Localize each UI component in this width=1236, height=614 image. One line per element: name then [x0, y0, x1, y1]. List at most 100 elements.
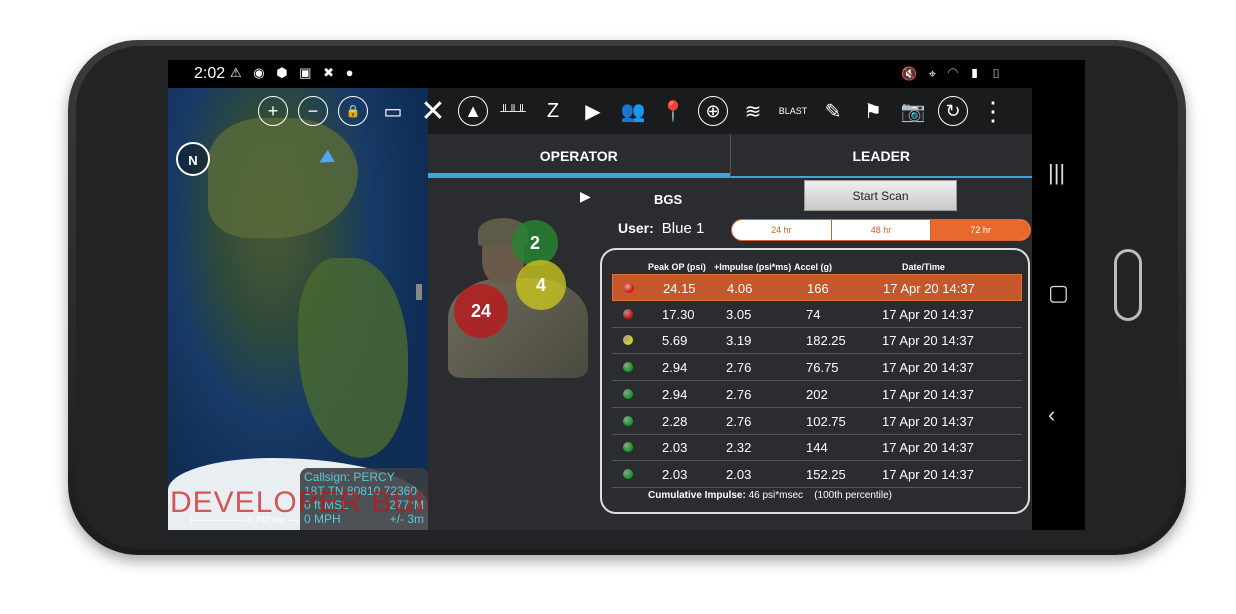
screen: 2:02 ⚠ ◉ ⬢ ▣ ✖ ● 🔇 ⌖ ◠ ▮ ▯ N ◀ ├────────…: [168, 60, 1085, 530]
impulse: 2.76: [726, 386, 752, 402]
date-time: 17 Apr 20 14:37: [882, 386, 974, 402]
blast-table: Peak OP (psi) +Impulse (psi*ms) Accel (g…: [600, 248, 1030, 514]
add-marker-icon[interactable]: 📍: [658, 96, 688, 126]
peak-op: 2.03: [662, 466, 688, 482]
col-header: +Impulse (psi*ms): [714, 262, 792, 272]
status-led-icon: [624, 283, 634, 293]
impulse: 2.32: [726, 440, 752, 456]
developer-build-watermark: DEVELOPER BUILD: [170, 486, 428, 519]
route-icon[interactable]: ⚑: [858, 96, 888, 126]
sensor-head[interactable]: 2: [512, 220, 558, 266]
date-time: 17 Apr 20 14:37: [882, 466, 974, 482]
edit-icon[interactable]: ✎: [818, 96, 848, 126]
home-button[interactable]: [1114, 249, 1142, 321]
table-row[interactable]: 2.03 2.03 152.25 17 Apr 20 14:37: [612, 461, 1022, 488]
accel: 152.25: [806, 466, 846, 482]
status-bar: 2:02 ⚠ ◉ ⬢ ▣ ✖ ● 🔇 ⌖ ◠ ▮ ▯: [168, 60, 1085, 88]
accel: 182.25: [806, 333, 846, 349]
android-nav-bar: ||| ▢ ‹: [1032, 88, 1085, 530]
impulse: 3.19: [726, 333, 752, 349]
sensor-chest[interactable]: 24: [454, 284, 508, 338]
status-led-icon: [623, 335, 633, 346]
camera-icon[interactable]: 📷: [898, 96, 928, 126]
col-header: Peak OP (psi): [648, 262, 706, 272]
table-row[interactable]: 2.94 2.76 202 17 Apr 20 14:37: [612, 381, 1022, 408]
peak-op: 24.15: [663, 281, 696, 296]
sync-icon[interactable]: ↻: [938, 96, 968, 126]
status-led-icon: [623, 415, 633, 426]
tab-operator[interactable]: OPERATOR: [428, 134, 730, 178]
table-row[interactable]: 2.28 2.76 102.75 17 Apr 20 14:37: [612, 408, 1022, 435]
notification-icons: ⚠ ◉ ⬢ ▣ ✖ ●: [230, 65, 358, 80]
range-72hr[interactable]: 72 hr: [930, 220, 1030, 240]
col-header: Date/Time: [902, 262, 945, 272]
status-led-icon: [623, 362, 633, 373]
impulse: 2.76: [726, 360, 752, 376]
date-time: 17 Apr 20 14:37: [882, 440, 974, 456]
accel: 166: [807, 281, 829, 296]
cumulative-impulse: Cumulative Impulse: 46 psi*msec (100th p…: [648, 490, 893, 501]
app-logo-icon[interactable]: ▲: [458, 96, 488, 126]
date-time: 17 Apr 20 14:37: [883, 281, 975, 296]
contacts-icon[interactable]: 👥: [618, 96, 648, 126]
callsign: Callsign: PERCY: [304, 470, 395, 484]
ruler-icon[interactable]: ╨╨╨: [498, 96, 528, 126]
table-row[interactable]: 24.15 4.06 166 17 Apr 20 14:37: [612, 274, 1022, 301]
date-time: 17 Apr 20 14:37: [882, 413, 974, 429]
layers-icon[interactable]: ≋: [738, 96, 768, 126]
impulse: 2.76: [726, 413, 752, 429]
peak-op: 17.30: [662, 306, 695, 322]
nav-marker-icon[interactable]: Z: [538, 96, 568, 126]
zoom-in-icon[interactable]: +: [258, 96, 288, 126]
soldier-figure: 2 4 24: [434, 218, 589, 378]
accel: 74: [806, 306, 821, 322]
peak-op: 2.94: [662, 360, 688, 376]
user-info: User: Blue 1: [618, 220, 705, 237]
col-header: Accel (g): [794, 262, 833, 272]
status-led-icon: [623, 388, 633, 399]
video-icon[interactable]: ▶: [578, 96, 608, 126]
clock: 2:02: [194, 65, 226, 82]
peak-op: 2.03: [662, 440, 688, 456]
table-row[interactable]: 17.30 3.05 74 17 Apr 20 14:37: [612, 301, 1022, 328]
impulse: 4.06: [727, 281, 753, 296]
blast-gauge-icon[interactable]: BLAST: [778, 96, 808, 126]
bgs-title: BGS: [654, 192, 683, 207]
close-icon[interactable]: ✕: [418, 95, 448, 128]
status-led-icon: [623, 442, 633, 453]
impulse: 3.05: [726, 306, 752, 322]
back-icon[interactable]: ‹: [1048, 402, 1055, 428]
lock-location-icon[interactable]: 🔒: [338, 96, 368, 126]
status-led-icon: [623, 468, 633, 479]
table-row[interactable]: 5.69 3.19 182.25 17 Apr 20 14:37: [612, 327, 1022, 355]
system-icons: 🔇 ⌖ ◠ ▮ ▯: [900, 66, 1005, 81]
tab-leader[interactable]: LEADER: [729, 134, 1032, 178]
toolbar: + − 🔒 ▭ ✕ ▲ ╨╨╨ Z ▶ 👥 📍 ⊕ ≋ BLAST ✎ ⚑ 📷 …: [254, 88, 1085, 134]
add-overlay-icon[interactable]: ⊕: [698, 96, 728, 126]
sensor-shoulder[interactable]: 4: [516, 260, 566, 310]
peak-op: 2.28: [662, 413, 688, 429]
date-time: 17 Apr 20 14:37: [882, 333, 974, 349]
map-view[interactable]: N ◀ ├──────── 6,747 km ────┤ Callsign: P…: [168, 88, 428, 530]
range-24hr[interactable]: 24 hr: [732, 220, 831, 240]
start-scan-button[interactable]: Start Scan: [804, 180, 957, 211]
more-icon[interactable]: ⋮: [978, 96, 1008, 126]
peak-op: 5.69: [662, 333, 688, 349]
table-row[interactable]: 2.94 2.76 76.75 17 Apr 20 14:37: [612, 354, 1022, 382]
home-icon[interactable]: ▢: [1048, 280, 1069, 306]
accel: 102.75: [806, 413, 846, 429]
range-48hr[interactable]: 48 hr: [830, 220, 931, 240]
zoom-out-icon[interactable]: −: [298, 96, 328, 126]
peak-op: 2.94: [662, 386, 688, 402]
time-range-selector: 24 hr 48 hr 72 hr: [731, 219, 1031, 241]
recent-apps-icon[interactable]: |||: [1048, 160, 1065, 186]
compass-icon[interactable]: N: [176, 142, 210, 176]
panel-drag-handle[interactable]: [416, 284, 422, 300]
table-row[interactable]: 2.03 2.32 144 17 Apr 20 14:37: [612, 434, 1022, 462]
expand-arrow-icon[interactable]: ▶: [580, 188, 591, 205]
date-time: 17 Apr 20 14:37: [882, 360, 974, 376]
date-time: 17 Apr 20 14:37: [882, 306, 974, 322]
impulse: 2.03: [726, 466, 752, 482]
accel: 76.75: [806, 360, 839, 376]
screen-rotate-icon[interactable]: ▭: [378, 96, 408, 126]
